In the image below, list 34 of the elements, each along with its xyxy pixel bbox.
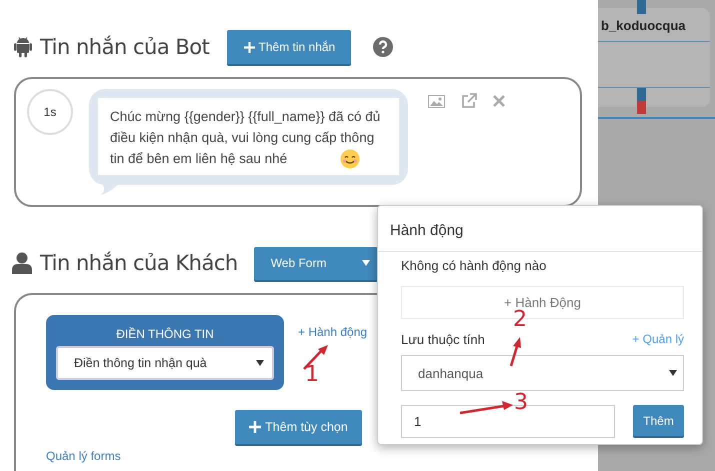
caret-icon [669,370,677,376]
android-icon [12,36,34,58]
smiley-icon [340,149,360,169]
section-title: Tin nhắn của Khách [40,251,238,275]
form-card-heading: ĐIỀN THÔNG TIN [115,327,215,341]
delay-badge[interactable]: 1s [27,89,73,135]
attribute-label: Lưu thuộc tính [401,332,485,346]
manage-forms-link[interactable]: Quản lý forms [46,449,121,463]
user-icon [12,252,32,274]
plus-icon [244,42,255,52]
add-message-button[interactable]: Thêm tin nhắn [227,30,352,64]
annotation-arrow [508,336,522,368]
empty-actions-text: Không có hành động nào [401,258,548,273]
external-link-icon[interactable] [461,93,477,109]
section-title: Tin nhắn của Bot [40,35,210,59]
image-icon[interactable] [428,94,445,108]
caret-icon [362,260,370,266]
add-option-button[interactable]: Thêm tùy chọn [235,410,362,444]
add-button[interactable]: Thêm [633,405,684,436]
message-type-dropdown[interactable]: Web Form [254,246,378,280]
popover-title: Hành động [378,206,702,252]
plus-icon [249,421,262,433]
close-icon[interactable] [493,95,505,107]
help-icon[interactable] [373,37,394,57]
side-card-label: b_koduocqua [600,17,687,33]
manage-attributes-link[interactable]: + Quản lý [632,332,684,346]
form-select[interactable]: Điền thông tin nhận quà [56,346,274,380]
annotation-number: 1 [305,364,319,386]
annotation-arrow [458,401,514,415]
caret-icon [256,360,264,366]
connector-bar [637,0,646,14]
connector-bar [637,88,646,114]
attribute-select[interactable]: danhanqua [401,355,684,391]
add-action-link[interactable]: + Hành động [298,325,368,339]
